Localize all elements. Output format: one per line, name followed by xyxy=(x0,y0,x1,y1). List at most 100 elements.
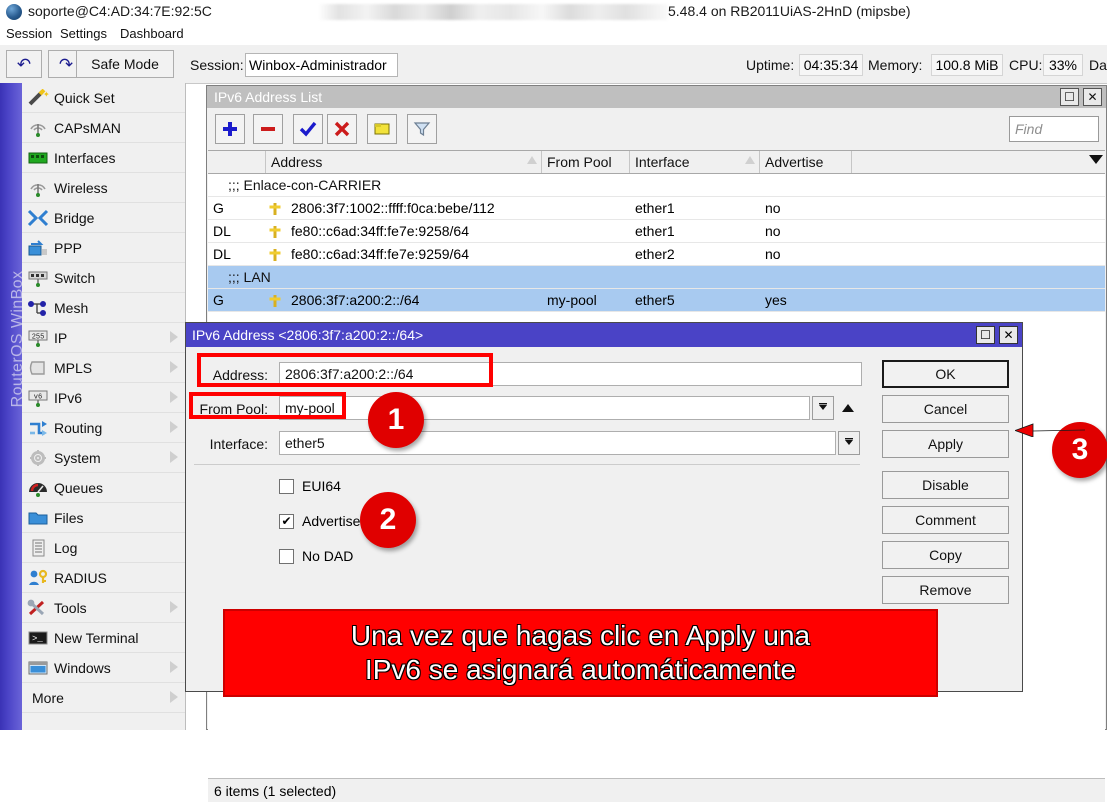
chevron-right-icon xyxy=(170,361,178,373)
sidebar-item-windows[interactable]: Windows xyxy=(22,653,185,683)
remove-button[interactable]: Remove xyxy=(882,576,1009,604)
sidebar-item-new-terminal[interactable]: >_ New Terminal xyxy=(22,623,185,653)
table-row[interactable]: G 2806:3f7:a200:2::/64 my-pool ether5 ye… xyxy=(208,289,1105,312)
cell-address: 2806:3f7:a200:2::/64 xyxy=(291,289,539,311)
no-dad-checkbox[interactable] xyxy=(279,549,294,564)
add-button[interactable] xyxy=(215,114,245,144)
sidebar-item-label: IP xyxy=(54,330,67,346)
sidebar-item-label: Tools xyxy=(54,600,87,616)
sidebar-item-switch[interactable]: Switch xyxy=(22,263,185,293)
disable-button[interactable]: Disable xyxy=(882,471,1009,499)
window-icon xyxy=(22,656,54,680)
sidebar-item-routing[interactable]: Routing xyxy=(22,413,185,443)
sidebar-item-more[interactable]: More xyxy=(22,683,185,713)
column-header-address[interactable]: Address xyxy=(266,151,542,173)
from-pool-input[interactable]: my-pool xyxy=(279,396,810,420)
terminal-icon: >_ xyxy=(22,626,54,650)
maximize-icon[interactable]: ☐ xyxy=(976,326,995,344)
sidebar-item-interfaces[interactable]: Interfaces xyxy=(22,143,185,173)
ip-255-icon: 255 xyxy=(22,326,54,350)
redo-arrow-icon: ↷ xyxy=(59,56,73,73)
enable-button[interactable] xyxy=(293,114,323,144)
table-row[interactable]: ;;; LAN xyxy=(208,266,1105,289)
sidebar-item-label: MPLS xyxy=(54,360,92,376)
chevron-down-icon xyxy=(817,402,829,414)
table-row[interactable]: DL fe80::c6ad:34ff:fe7e:9258/64 ether1 n… xyxy=(208,220,1105,243)
close-icon[interactable]: ✕ xyxy=(1083,88,1102,106)
cancel-button[interactable]: Cancel xyxy=(882,395,1009,423)
eui64-checkbox-row[interactable]: EUI64 xyxy=(279,478,341,494)
sidebar-item-ipv6[interactable]: v6 IPv6 xyxy=(22,383,185,413)
column-header-label: Interface xyxy=(635,154,689,170)
address-field-highlight xyxy=(197,353,493,387)
sidebar-menu-list: ✦ Quick Set CAPsMAN Interfaces xyxy=(22,83,186,730)
safe-mode-button[interactable]: Safe Mode xyxy=(76,50,174,78)
address-pin-icon xyxy=(268,224,282,239)
advertise-checkbox[interactable]: ✔ xyxy=(279,514,294,529)
column-header-interface[interactable]: Interface xyxy=(630,151,760,173)
minus-icon xyxy=(259,120,277,138)
sort-indicator-icon xyxy=(745,156,755,164)
menu-item-settings[interactable]: Settings xyxy=(60,26,107,41)
sidebar-item-queues[interactable]: Queues xyxy=(22,473,185,503)
address-pin-icon xyxy=(268,247,282,262)
sidebar-item-capsman[interactable]: CAPsMAN xyxy=(22,113,185,143)
apply-button[interactable]: Apply xyxy=(882,430,1009,458)
date-label-partial: Da xyxy=(1089,57,1107,73)
search-input[interactable]: Find xyxy=(1009,116,1099,142)
sidebar-item-system[interactable]: System xyxy=(22,443,185,473)
table-row[interactable]: G 2806:3f7:1002::ffff:f0ca:bebe/112 ethe… xyxy=(208,197,1105,220)
ok-button[interactable]: OK xyxy=(882,360,1009,388)
ppp-icon xyxy=(22,236,54,260)
sidebar-item-label: Quick Set xyxy=(54,90,115,106)
memory-label: Memory: xyxy=(868,57,922,73)
copy-button[interactable]: Copy xyxy=(882,541,1009,569)
interface-dropdown-button[interactable] xyxy=(838,431,860,455)
sidebar-item-wireless[interactable]: Wireless xyxy=(22,173,185,203)
antenna-icon xyxy=(22,116,54,140)
column-menu-icon[interactable] xyxy=(1089,155,1103,164)
undo-button[interactable]: ↶ xyxy=(6,50,42,78)
no-dad-checkbox-row[interactable]: No DAD xyxy=(279,548,353,564)
interface-input[interactable]: ether5 xyxy=(279,431,836,455)
cell-from-pool xyxy=(547,197,627,219)
table-row[interactable]: ;;; Enlace-con-CARRIER xyxy=(208,174,1105,197)
sidebar-item-label: IPv6 xyxy=(54,390,82,406)
sidebar-item-ppp[interactable]: PPP xyxy=(22,233,185,263)
filter-button[interactable] xyxy=(407,114,437,144)
from-pool-dropdown-button[interactable] xyxy=(812,396,834,420)
eui64-checkbox[interactable] xyxy=(279,479,294,494)
session-field[interactable]: Winbox-Administrador xyxy=(245,53,398,77)
cell-flags: G xyxy=(213,289,258,311)
menu-item-dashboard[interactable]: Dashboard xyxy=(120,26,184,41)
column-header-flags[interactable] xyxy=(208,151,266,173)
menu-item-session[interactable]: Session xyxy=(6,26,52,41)
sidebar-item-mpls[interactable]: MPLS xyxy=(22,353,185,383)
sidebar-item-files[interactable]: Files xyxy=(22,503,185,533)
sidebar-item-radius[interactable]: RADIUS xyxy=(22,563,185,593)
sidebar-item-quick-set[interactable]: ✦ Quick Set xyxy=(22,83,185,113)
sidebar-item-mesh[interactable]: Mesh xyxy=(22,293,185,323)
sidebar-item-log[interactable]: Log xyxy=(22,533,185,563)
from-pool-up-button[interactable] xyxy=(839,397,857,419)
close-icon[interactable]: ✕ xyxy=(999,326,1018,344)
sidebar-item-ip[interactable]: 255 IP xyxy=(22,323,185,353)
sidebar-item-label: Windows xyxy=(54,660,111,676)
maximize-icon[interactable]: ☐ xyxy=(1060,88,1079,106)
sidebar-item-bridge[interactable]: Bridge xyxy=(22,203,185,233)
advertise-checkbox-row[interactable]: ✔ Advertise xyxy=(279,513,360,529)
arrow-to-apply-icon xyxy=(1015,423,1085,437)
magic-wand-icon: ✦ xyxy=(22,86,54,110)
comment-button[interactable]: Comment xyxy=(882,506,1009,534)
table-row[interactable]: DL fe80::c6ad:34ff:fe7e:9259/64 ether2 n… xyxy=(208,243,1105,266)
remove-button[interactable] xyxy=(253,114,283,144)
address-pin-icon xyxy=(268,201,282,216)
column-header-from-pool[interactable]: From Pool xyxy=(542,151,630,173)
comment-button[interactable] xyxy=(367,114,397,144)
bridge-arrows-icon xyxy=(22,206,54,230)
sidebar-item-tools[interactable]: Tools xyxy=(22,593,185,623)
sidebar-item-label: Mesh xyxy=(54,300,88,316)
disable-button[interactable] xyxy=(327,114,357,144)
column-header-advertise[interactable]: Advertise xyxy=(760,151,852,173)
folder-icon xyxy=(22,506,54,530)
